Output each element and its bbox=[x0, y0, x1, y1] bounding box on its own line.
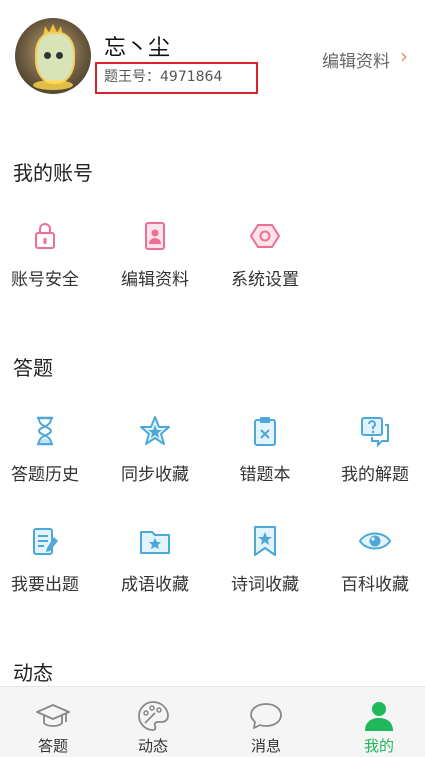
create-question-button[interactable]: 我要出题 bbox=[0, 523, 95, 595]
poem-favorites-label: 诗词收藏 bbox=[231, 575, 299, 595]
lock-icon bbox=[35, 223, 55, 249]
answer-history-label: 答题历史 bbox=[11, 465, 79, 485]
user-id: 题王号：4971864 bbox=[104, 69, 223, 85]
avatar-figure bbox=[35, 32, 75, 84]
tab-messages[interactable]: 消息 bbox=[213, 687, 319, 757]
settings-hexagon-icon bbox=[249, 224, 281, 248]
account-security-button[interactable]: 账号安全 bbox=[0, 218, 95, 290]
edit-document-icon bbox=[33, 528, 58, 555]
eye-icon bbox=[358, 532, 392, 550]
create-question-label: 我要出题 bbox=[11, 575, 79, 595]
question-chat-icon bbox=[361, 417, 389, 448]
tab-dynamics[interactable]: 动态 bbox=[100, 687, 206, 757]
clipboard-x-icon bbox=[254, 417, 276, 446]
profile-header[interactable]: 忘丶尘 题王号：4971864 编辑资料 › bbox=[0, 0, 425, 100]
username: 忘丶尘 bbox=[104, 36, 171, 61]
tab-mine-label: 我的 bbox=[363, 737, 394, 755]
section-title-dynamics: 动态 bbox=[13, 661, 53, 685]
chevron-right-icon[interactable]: › bbox=[400, 44, 408, 68]
my-solutions-label: 我的解题 bbox=[341, 465, 409, 485]
hourglass-icon bbox=[37, 416, 53, 446]
tab-answer[interactable]: 答题 bbox=[0, 687, 106, 757]
tab-dynamics-label: 动态 bbox=[137, 737, 168, 755]
encyclopedia-favorites-label: 百科收藏 bbox=[341, 575, 409, 595]
system-settings-label: 系统设置 bbox=[231, 270, 299, 290]
avatar-eye-left bbox=[44, 52, 51, 59]
sync-favorites-button[interactable]: 同步收藏 bbox=[105, 413, 205, 485]
tab-answer-label: 答题 bbox=[37, 737, 68, 755]
encyclopedia-favorites-button[interactable]: 百科收藏 bbox=[325, 523, 425, 595]
edit-profile-button[interactable]: 编辑资料 bbox=[105, 218, 205, 290]
person-icon bbox=[365, 702, 393, 731]
my-solutions-button[interactable]: 我的解题 bbox=[325, 413, 425, 485]
system-settings-button[interactable]: 系统设置 bbox=[215, 218, 315, 290]
profile-card-icon bbox=[145, 222, 165, 250]
star-folder-icon bbox=[140, 531, 170, 554]
idiom-favorites-button[interactable]: 成语收藏 bbox=[105, 523, 205, 595]
wrong-questions-button[interactable]: 错题本 bbox=[215, 413, 315, 485]
edit-profile-link[interactable]: 编辑资料 bbox=[322, 47, 390, 72]
avatar-eye-right bbox=[56, 52, 63, 59]
avatar-glow bbox=[33, 80, 73, 90]
avatar[interactable] bbox=[15, 18, 91, 94]
section-title-account: 我的账号 bbox=[13, 161, 93, 185]
tab-messages-label: 消息 bbox=[250, 737, 281, 755]
tab-mine[interactable]: 我的 bbox=[326, 687, 425, 757]
poem-favorites-button[interactable]: 诗词收藏 bbox=[215, 523, 315, 595]
star-icon bbox=[140, 416, 170, 445]
bookmark-star-icon bbox=[254, 526, 276, 556]
sync-favorites-label: 同步收藏 bbox=[121, 465, 189, 485]
idiom-favorites-label: 成语收藏 bbox=[121, 575, 189, 595]
edit-profile-label: 编辑资料 bbox=[121, 270, 189, 290]
wrong-questions-label: 错题本 bbox=[239, 465, 291, 485]
section-title-answer: 答题 bbox=[13, 356, 53, 380]
chat-bubble-icon bbox=[250, 703, 282, 729]
palette-icon bbox=[138, 701, 169, 731]
graduation-cap-icon bbox=[36, 704, 70, 727]
bottom-tab-bar: 答题 动态 消息 我的 bbox=[0, 686, 425, 757]
answer-history-button[interactable]: 答题历史 bbox=[0, 413, 95, 485]
account-security-label: 账号安全 bbox=[11, 270, 79, 290]
